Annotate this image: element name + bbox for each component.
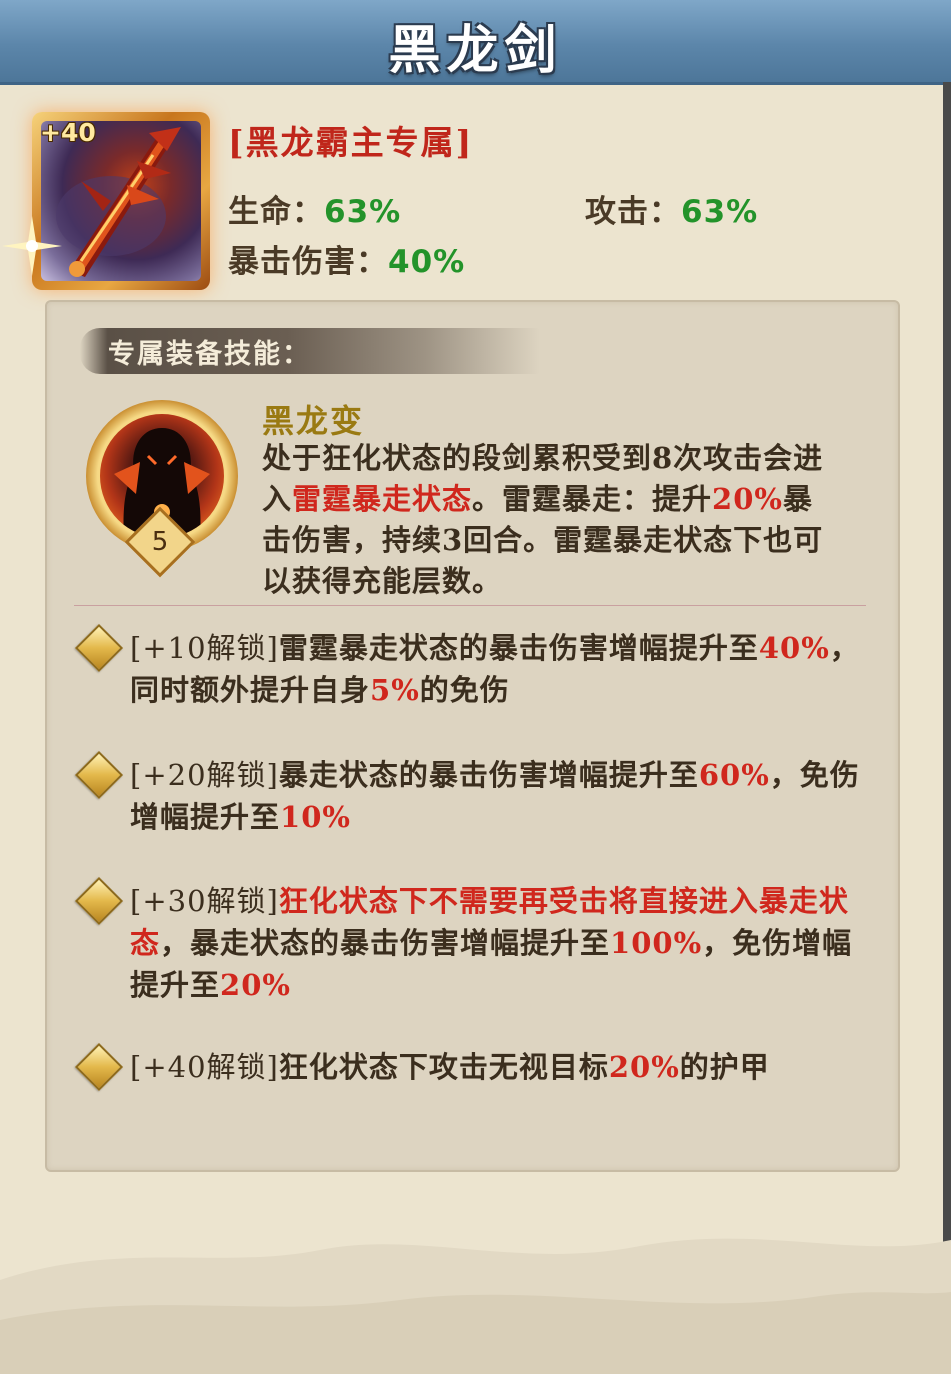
unlock-text: [+30解锁]狂化状态下不需要再受击将直接进入暴走状态，暴走状态的暴击伤害增幅提… <box>130 880 870 1006</box>
stat-hp-value: 63% <box>324 194 402 230</box>
unlock-text: [+10解锁]雷霆暴走状态的暴击伤害增幅提升至40%，同时额外提升自身5%的免伤 <box>130 627 870 711</box>
diamond-bullet-icon <box>74 876 124 926</box>
stat-atk-label: 攻击： <box>585 194 681 230</box>
unlock-tag: [+40解锁] <box>130 1050 279 1084</box>
side-edge <box>943 82 951 1374</box>
unlock-text-part: 狂化状态下攻击无视目标 <box>278 1050 609 1084</box>
unlock-text-part: 雷霆暴走状态的暴击伤害增幅提升至 <box>278 631 759 665</box>
unlock-text-part: 的免伤 <box>419 673 510 707</box>
unlock-highlight: 5% <box>370 673 420 707</box>
stat-crit-value: 40% <box>388 244 466 280</box>
skill-desc-highlight: 20% <box>712 482 783 516</box>
unlock-item-30: [+30解锁]狂化状态下不需要再受击将直接进入暴走状态，暴走状态的暴击伤害增幅提… <box>74 876 870 1006</box>
unlock-highlight: 20% <box>220 968 291 1002</box>
unlock-tag: [+10解锁] <box>130 631 279 665</box>
stat-crit-label: 暴击伤害： <box>228 244 388 280</box>
stat-atk: 攻击：63% <box>585 186 758 231</box>
unlock-text: [+40解锁]狂化状态下攻击无视目标20%的护甲 <box>130 1046 870 1088</box>
unlock-item-40: [+40解锁]狂化状态下攻击无视目标20%的护甲 <box>74 1042 870 1092</box>
unlock-highlight: 10% <box>280 800 351 834</box>
skill-desc-highlight: 雷霆暴走状态 <box>292 482 473 516</box>
section-heading-text: 专属装备技能： <box>108 339 311 370</box>
diamond-bullet-icon <box>74 623 124 673</box>
sparkle-icon <box>2 216 62 276</box>
unlock-highlight: 40% <box>758 631 830 665</box>
stat-hp-label: 生命： <box>228 194 324 230</box>
skill-name: 黑龙变 <box>262 402 365 440</box>
skill-description: 处于狂化状态的段剑累积受到8次攻击会进入雷霆暴走状态。雷霆暴走：提升20%暴击伤… <box>262 438 837 602</box>
title-bar: 黑龙剑 <box>0 0 951 85</box>
page-title: 黑龙剑 <box>388 20 563 81</box>
unlock-text: [+20解锁]暴走状态的暴击伤害增幅提升至60%，免伤增幅提升至10% <box>130 754 870 838</box>
stat-hp: 生命：63% <box>228 186 401 231</box>
divider <box>74 605 866 606</box>
skill-desc-text: 。雷霆暴走：提升 <box>472 482 713 516</box>
unlock-text-part: ，暴走状态的暴击伤害增幅提升至 <box>160 926 611 960</box>
unlock-highlight: 20% <box>608 1050 680 1084</box>
diamond-bullet-icon <box>74 750 124 800</box>
exclusive-owner-label: [黑龙霸主专属] <box>228 123 474 162</box>
unlock-item-20: [+20解锁]暴走状态的暴击伤害增幅提升至60%，免伤增幅提升至10% <box>74 750 870 838</box>
unlock-tag: [+30解锁] <box>130 884 279 918</box>
unlock-highlight: 100% <box>610 926 703 960</box>
stat-crit-damage: 暴击伤害：40% <box>228 236 465 281</box>
unlock-item-10: [+10解锁]雷霆暴走状态的暴击伤害增幅提升至40%，同时额外提升自身5%的免伤 <box>74 623 870 711</box>
section-heading: 专属装备技能： <box>80 328 540 374</box>
unlock-highlight: 60% <box>698 758 770 792</box>
unlock-tag: [+20解锁] <box>130 758 279 792</box>
background-mountains <box>0 1238 951 1374</box>
skill-level-number: 5 <box>151 527 169 557</box>
stat-atk-value: 63% <box>681 194 759 230</box>
diamond-bullet-icon <box>74 1042 124 1092</box>
enhance-level-badge: +40 <box>40 118 96 147</box>
unlock-text-part: 暴走状态的暴击伤害增幅提升至 <box>278 758 699 792</box>
unlock-text-part: 的护甲 <box>679 1050 770 1084</box>
